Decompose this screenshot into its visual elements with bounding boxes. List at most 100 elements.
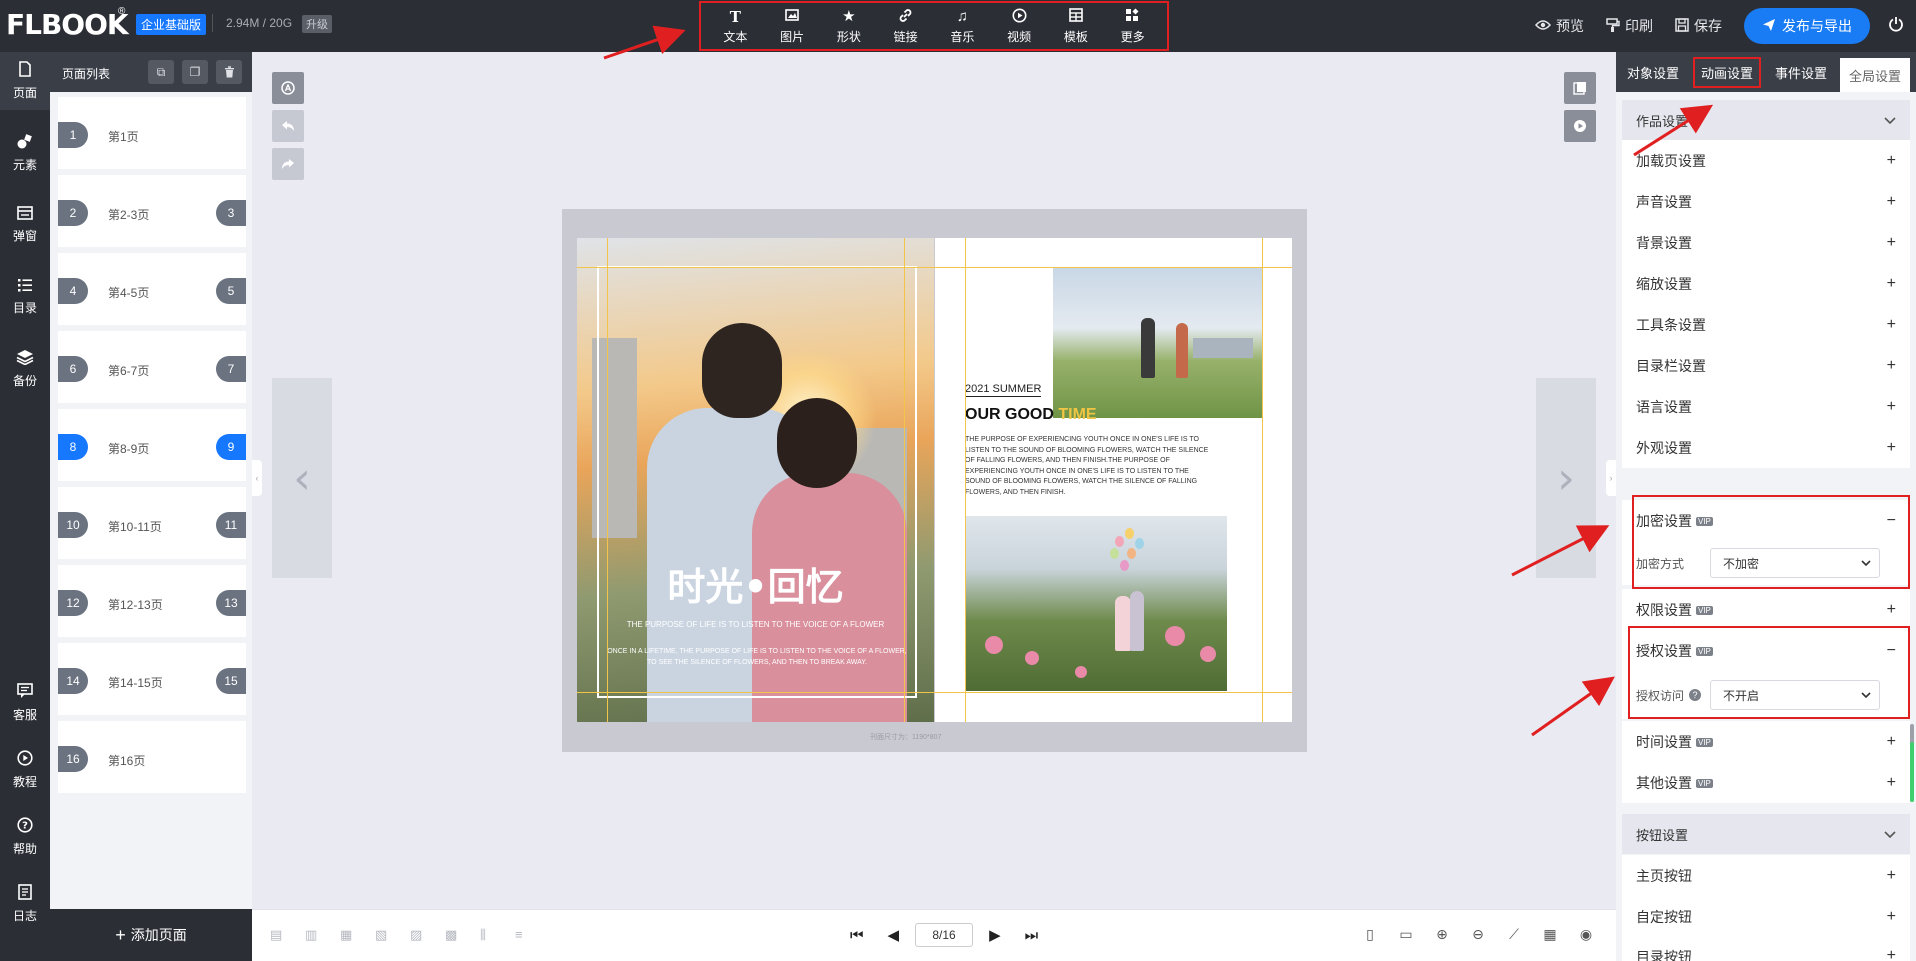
toc-button-row[interactable]: 目录按钮 + bbox=[1622, 937, 1910, 961]
summer-tag[interactable]: 2021 SUMMER bbox=[965, 383, 1042, 397]
reset-icon[interactable] bbox=[272, 72, 304, 104]
publish-export-button[interactable]: 发布与导出 bbox=[1744, 8, 1870, 44]
page-thumbnail-item[interactable]: 16 第16页 bbox=[58, 721, 246, 793]
zoom-in-icon[interactable]: ⊕ bbox=[1424, 926, 1460, 943]
settings-row[interactable]: 目录栏设置 + bbox=[1622, 345, 1910, 386]
book-page-left[interactable]: 时光•回忆 THE PURPOSE OF LIFE IS TO LISTEN T… bbox=[577, 238, 934, 722]
save-button[interactable]: 保存 bbox=[1675, 16, 1722, 36]
page-number-input[interactable]: 8/16 bbox=[915, 923, 974, 947]
settings-row[interactable]: 外观设置 + bbox=[1622, 427, 1910, 468]
power-icon[interactable] bbox=[1888, 16, 1904, 37]
auth-settings-row[interactable]: 授权设置 VIP − bbox=[1622, 630, 1910, 671]
undo-icon[interactable] bbox=[272, 110, 304, 142]
first-page-icon[interactable]: ⏮ bbox=[850, 927, 864, 944]
prev-page-arrow[interactable]: ‹ bbox=[272, 378, 332, 578]
settings-row[interactable]: 背景设置 + bbox=[1622, 222, 1910, 263]
expand-icon[interactable]: + bbox=[1887, 234, 1896, 252]
headline[interactable]: OUR GOOD TIME bbox=[965, 406, 1097, 424]
tool-text[interactable]: T 文本 bbox=[711, 8, 759, 45]
distribute-vertical-icon[interactable]: ≡ bbox=[515, 927, 550, 943]
copy-page-icon[interactable]: ⧉ bbox=[148, 60, 174, 84]
expand-icon[interactable]: + bbox=[1887, 398, 1896, 416]
page-thumbnail-item[interactable]: 1 第1页 bbox=[58, 97, 246, 169]
auth-access-select[interactable]: 不开启 bbox=[1710, 680, 1880, 710]
page-settings-icon[interactable] bbox=[1564, 72, 1596, 104]
tab-animation-settings[interactable]: 动画设置 bbox=[1690, 52, 1764, 92]
page-thumbnail-item[interactable]: 4 第4-5页 5 bbox=[58, 253, 246, 325]
tab-event-settings[interactable]: 事件设置 bbox=[1764, 52, 1838, 92]
page-thumbnail-item[interactable]: 10 第10-11页 11 bbox=[58, 487, 246, 559]
permission-settings-row[interactable]: 权限设置 VIP + bbox=[1622, 589, 1910, 630]
balloon-girl-photo[interactable] bbox=[965, 516, 1227, 691]
expand-icon[interactable]: + bbox=[1887, 601, 1896, 619]
scrollbar-thumb[interactable] bbox=[1910, 742, 1914, 802]
align-right-icon[interactable]: ▦ bbox=[340, 927, 375, 943]
preview-play-icon[interactable] bbox=[1564, 110, 1596, 142]
page-thumbnail-item[interactable]: 14 第14-15页 15 bbox=[58, 643, 246, 715]
next-page-arrow[interactable]: › bbox=[1536, 378, 1596, 578]
upgrade-button[interactable]: 升级 bbox=[302, 15, 332, 33]
walking-couple-photo[interactable] bbox=[1053, 268, 1263, 418]
last-page-icon[interactable]: ⏭ bbox=[1025, 927, 1039, 944]
double-page-icon[interactable]: ▭ bbox=[1388, 926, 1424, 943]
settings-row[interactable]: 加载页设置 + bbox=[1622, 140, 1910, 181]
page-thumbnail-item[interactable]: 6 第6-7页 7 bbox=[58, 331, 246, 403]
expand-icon[interactable]: + bbox=[1887, 774, 1896, 792]
body-paragraph[interactable]: THE PURPOSE OF EXPERIENCING YOUTH ONCE I… bbox=[965, 435, 1210, 498]
grid-icon[interactable]: ▦ bbox=[1532, 926, 1568, 943]
theme-icon[interactable]: ◉ bbox=[1568, 926, 1604, 943]
settings-row[interactable]: 声音设置 + bbox=[1622, 181, 1910, 222]
expand-icon[interactable]: + bbox=[1887, 908, 1896, 926]
print-button[interactable]: 印刷 bbox=[1606, 16, 1653, 36]
custom-button-row[interactable]: 自定按钮 + bbox=[1622, 896, 1910, 937]
collapse-icon[interactable]: − bbox=[1887, 512, 1896, 530]
page-thumbnail-item[interactable]: 2 第2-3页 3 bbox=[58, 175, 246, 247]
tool-music[interactable]: ♫ 音乐 bbox=[938, 8, 986, 45]
settings-row[interactable]: 工具条设置 + bbox=[1622, 304, 1910, 345]
tool-shape[interactable]: ★ 形状 bbox=[825, 8, 873, 45]
expand-icon[interactable]: + bbox=[1887, 947, 1896, 961]
redo-icon[interactable] bbox=[272, 148, 304, 180]
tool-more[interactable]: 更多 bbox=[1109, 8, 1157, 45]
question-icon[interactable]: ? bbox=[1689, 689, 1702, 701]
nav-popup[interactable]: 弹窗 bbox=[0, 196, 50, 254]
expand-icon[interactable]: + bbox=[1887, 193, 1896, 211]
tool-template[interactable]: 模板 bbox=[1052, 7, 1100, 45]
expand-icon[interactable]: + bbox=[1887, 439, 1896, 457]
encrypt-method-select[interactable]: 不加密 bbox=[1710, 548, 1880, 578]
home-button-row[interactable]: 主页按钮 + bbox=[1622, 855, 1910, 896]
nav-log[interactable]: 日志 bbox=[0, 875, 50, 933]
expand-icon[interactable]: + bbox=[1887, 867, 1896, 885]
nav-service[interactable]: 客服 bbox=[0, 674, 50, 732]
collapse-left-panel-icon[interactable]: ‹ bbox=[252, 460, 262, 496]
page-thumbnail-item[interactable]: 8 第8-9页 9 bbox=[58, 409, 246, 481]
button-settings-section[interactable]: 按钮设置 bbox=[1622, 814, 1910, 854]
single-page-icon[interactable]: ▯ bbox=[1352, 926, 1388, 943]
preview-button[interactable]: 预览 bbox=[1535, 16, 1584, 36]
ruler-icon[interactable]: ⟋ bbox=[1496, 926, 1532, 943]
nav-elements[interactable]: 元素 bbox=[0, 124, 50, 182]
align-top-icon[interactable]: ▧ bbox=[375, 927, 410, 943]
tool-image[interactable]: 图片 bbox=[768, 8, 816, 45]
collapse-right-panel-icon[interactable]: › bbox=[1606, 460, 1616, 496]
trash-icon[interactable] bbox=[216, 60, 242, 84]
works-settings-section[interactable]: 作品设置 bbox=[1622, 100, 1910, 140]
settings-row[interactable]: 缩放设置 + bbox=[1622, 263, 1910, 304]
tool-link[interactable]: 链接 bbox=[882, 8, 930, 45]
prev-page-icon[interactable]: ◀ bbox=[888, 926, 900, 944]
expand-icon[interactable]: + bbox=[1887, 152, 1896, 170]
nav-tutorial[interactable]: 教程 bbox=[0, 741, 50, 799]
other-settings-row[interactable]: 其他设置 VIP + bbox=[1622, 762, 1910, 803]
logo[interactable]: FLBOOK bbox=[6, 8, 129, 41]
expand-icon[interactable]: + bbox=[1887, 275, 1896, 293]
cover-title[interactable]: 时光•回忆 bbox=[577, 556, 934, 611]
page-thumbnail-item[interactable]: 12 第12-13页 13 bbox=[58, 565, 246, 637]
book-page-right[interactable]: 2021 SUMMER OUR GOOD TIME THE PURPOSE OF… bbox=[935, 238, 1292, 722]
cover-body-text[interactable]: ONCE IN A LIFETIME, THE PURPOSE OF LIFE … bbox=[607, 646, 907, 668]
align-bottom-icon[interactable]: ▩ bbox=[445, 927, 480, 943]
expand-icon[interactable]: + bbox=[1887, 316, 1896, 334]
add-page-button[interactable]: + 添加页面 bbox=[50, 909, 252, 961]
cover-subtitle[interactable]: THE PURPOSE OF LIFE IS TO LISTEN TO THE … bbox=[577, 620, 934, 629]
encrypt-settings-row[interactable]: 加密设置 VIP − bbox=[1622, 500, 1910, 541]
nav-help[interactable]: ? 帮助 bbox=[0, 808, 50, 866]
